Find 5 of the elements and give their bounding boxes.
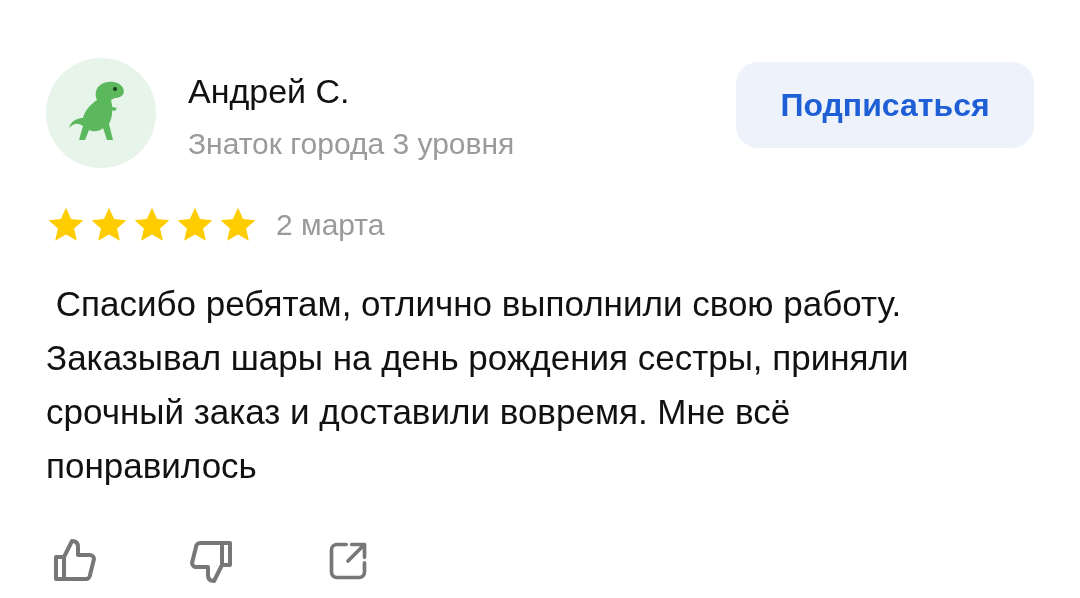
subscribe-button[interactable]: Подписаться — [736, 62, 1034, 148]
author-name: Андрей С. — [188, 71, 351, 112]
review-text: Спасибо ребятам, отлично выполнили свою работу. Заказывал шары на день рождения сестры, приняли срочный заказ и доставили вовремя. Мне всё понравилось — [46, 283, 910, 487]
author-level: Знаток города 3 уровня — [188, 125, 515, 162]
review-date: 2 марта — [276, 207, 385, 243]
